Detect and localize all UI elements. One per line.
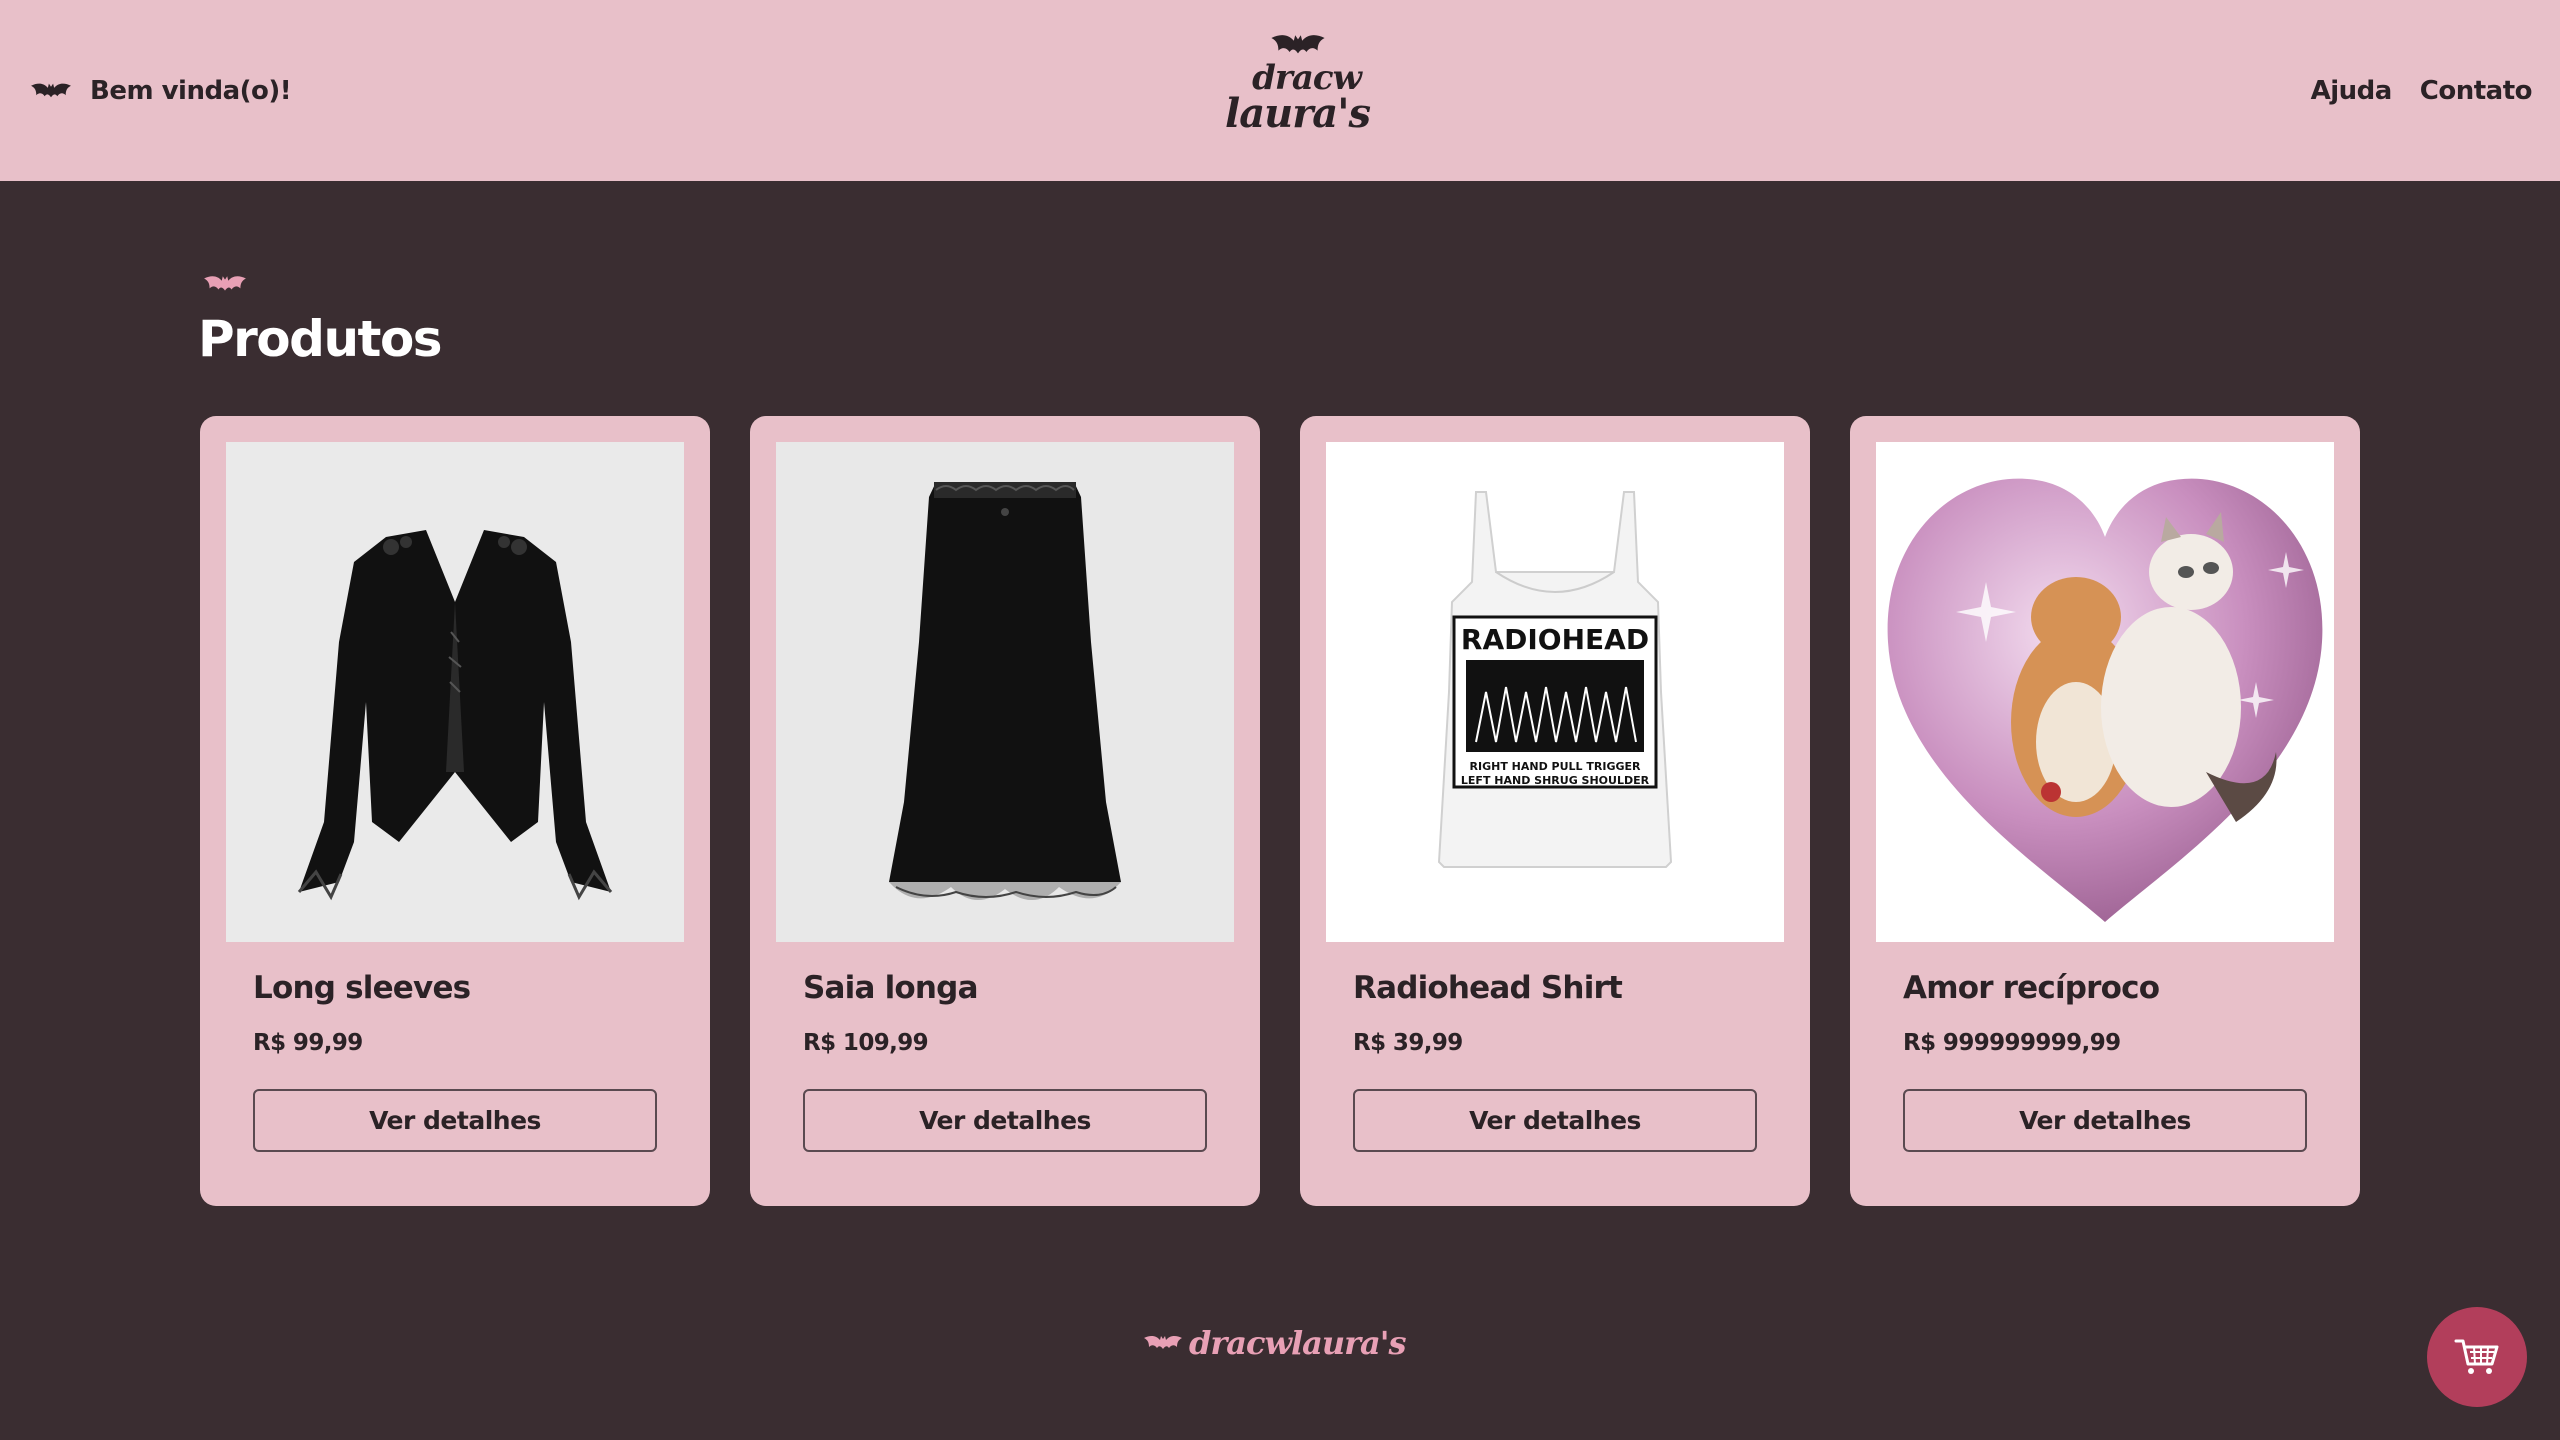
- footer-wordmark: dracwlaura's: [1189, 1324, 1407, 1362]
- product-image-amor-reciproco[interactable]: [1876, 442, 2334, 942]
- brand-logo[interactable]: dracw laura's: [1205, 30, 1390, 148]
- nav-link-ajuda[interactable]: Ajuda: [2311, 76, 2393, 106]
- product-card: RADIOHEAD RIGHT HAND PULL TRIGGER LEFT H…: [1300, 416, 1810, 1206]
- product-card: Long sleeves R$ 99,99 Ver detalhes: [200, 416, 710, 1206]
- details-button[interactable]: Ver detalhes: [1353, 1089, 1757, 1152]
- site-header: Bem vinda(o)! dracw laura's Ajuda Contat…: [0, 0, 2560, 181]
- cart-button[interactable]: [2427, 1307, 2527, 1407]
- shirt-print-line1: RIGHT HAND PULL TRIGGER: [1470, 760, 1641, 773]
- logo-wordmark: dracw laura's: [1205, 60, 1390, 137]
- product-grid: Long sleeves R$ 99,99 Ver detalhes Saia …: [200, 416, 2360, 1206]
- details-button[interactable]: Ver detalhes: [1903, 1089, 2307, 1152]
- product-image-radiohead-shirt[interactable]: RADIOHEAD RIGHT HAND PULL TRIGGER LEFT H…: [1326, 442, 1784, 942]
- product-name: Long sleeves: [253, 970, 471, 1006]
- header-nav: Ajuda Contato: [2311, 70, 2533, 112]
- shirt-print-headline: RADIOHEAD: [1461, 623, 1649, 656]
- product-price: R$ 39,99: [1353, 1030, 1463, 1056]
- product-image-long-sleeves[interactable]: [226, 442, 684, 942]
- footer-logo: dracwlaura's: [1143, 1318, 1407, 1368]
- product-card: Saia longa R$ 109,99 Ver detalhes: [750, 416, 1260, 1206]
- product-price: R$ 109,99: [803, 1030, 929, 1056]
- shirt-print-line2: LEFT HAND SHRUG SHOULDER: [1461, 774, 1650, 787]
- bat-icon: [1270, 35, 1325, 54]
- product-name: Amor recíproco: [1903, 970, 2160, 1006]
- nav-link-contato[interactable]: Contato: [2420, 76, 2533, 106]
- welcome-text: Bem vinda(o)!: [90, 76, 292, 106]
- details-button[interactable]: Ver detalhes: [803, 1089, 1207, 1152]
- cart-icon: [2454, 1339, 2499, 1374]
- product-image-saia-longa[interactable]: [776, 442, 1234, 942]
- page-title: Produtos: [198, 310, 443, 368]
- details-button[interactable]: Ver detalhes: [253, 1089, 657, 1152]
- product-price: R$ 99,99: [253, 1030, 363, 1056]
- product-name: Saia longa: [803, 970, 978, 1006]
- product-name: Radiohead Shirt: [1353, 970, 1623, 1006]
- bat-icon: [204, 276, 246, 291]
- product-price: R$ 999999999,99: [1903, 1030, 2121, 1056]
- logo-line-2: laura's: [1225, 90, 1371, 137]
- bat-icon: [1144, 1335, 1182, 1349]
- product-card: Amor recíproco R$ 999999999,99 Ver detal…: [1850, 416, 2360, 1206]
- bat-icon: [31, 83, 71, 98]
- welcome-area: Bem vinda(o)!: [30, 70, 292, 112]
